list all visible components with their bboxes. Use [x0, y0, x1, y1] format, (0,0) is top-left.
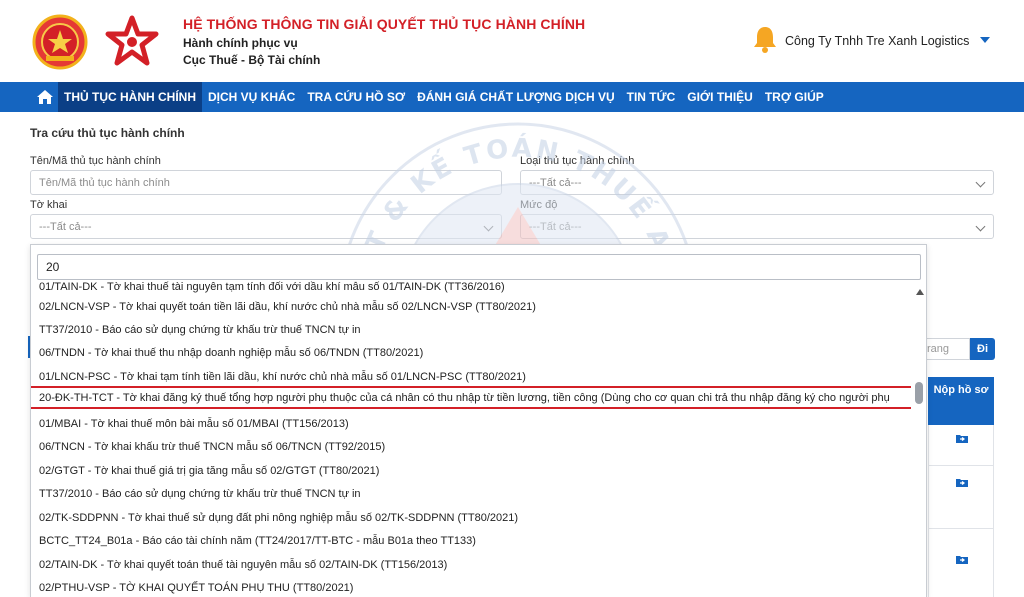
dropdown-option[interactable]: 06/TNDN - Tờ khai thuế thu nhập doanh ng… — [31, 341, 911, 364]
level-label: Mức độ — [520, 199, 558, 211]
dropdown-option[interactable]: BCTC_TT24_B01a - Báo cáo tài chính năm (… — [31, 529, 911, 552]
chevron-down-icon — [975, 177, 986, 188]
submit-file-icon[interactable] — [956, 554, 968, 564]
dropdown-option[interactable]: 02/GTGT - Tờ khai thuế giá trị gia tăng … — [31, 459, 911, 482]
national-emblem-icon — [32, 14, 88, 70]
dropdown-option[interactable]: 02/LNCN-VSP - Tờ khai quyết toán tiền lã… — [31, 295, 911, 318]
row-divider — [928, 465, 994, 466]
system-title: HỆ THỐNG THÔNG TIN GIẢI QUYẾT THỦ TỤC HÀ… — [183, 16, 586, 32]
company-account-name[interactable]: Công Ty Tnhh Tre Xanh Logistics — [785, 34, 969, 48]
notification-bell-icon[interactable] — [752, 24, 778, 54]
procedure-name-label: Tên/Mã thủ tục hành chính — [30, 155, 161, 167]
dropdown-option[interactable]: 06/TNCN - Tờ khai khấu trừ thuế TNCN mẫu… — [31, 435, 911, 458]
tax-department-logo-icon — [105, 15, 159, 66]
dropdown-option[interactable]: 01/TAIN-DK - Tờ khai thuế tài nguyên tạm… — [31, 281, 911, 293]
chevron-down-icon[interactable] — [980, 37, 990, 43]
dropdown-option[interactable]: TT37/2010 - Báo cáo sử dụng chứng từ khấ… — [31, 318, 911, 341]
submit-column-header: Nộp hồ sơ — [928, 377, 994, 425]
form-select[interactable]: ---Tất cả--- — [30, 214, 502, 239]
level-select-value: ---Tất cả--- — [529, 220, 582, 233]
dropdown-scrollbar-thumb[interactable] — [915, 382, 923, 404]
main-nav: THỦ TỤC HÀNH CHÍNH DỊCH VỤ KHÁC TRA CỨU … — [0, 82, 1024, 112]
nav-home[interactable] — [32, 82, 58, 112]
level-select[interactable]: ---Tất cả--- — [520, 214, 994, 239]
dropdown-option[interactable]: 01/MBAI - Tờ khai thuế môn bài mẫu số 01… — [31, 412, 911, 435]
nav-tab-gioi-thieu[interactable]: GIỚI THIỆU — [681, 82, 759, 112]
nav-tab-tra-cuu-ho-so[interactable]: TRA CỨU HỒ SƠ — [301, 82, 411, 112]
dropdown-option[interactable]: TT37/2010 - Báo cáo sử dụng chứng từ khấ… — [31, 482, 911, 505]
chevron-down-icon — [483, 221, 494, 232]
dropdown-option[interactable]: 02/PTHU-VSP - TỜ KHAI QUYẾT TOÁN PHỤ THU… — [31, 576, 911, 597]
dropdown-option-highlighted[interactable]: 20-ĐK-TH-TCT - Tờ khai đăng ký thuế tổng… — [31, 386, 911, 409]
dropdown-option[interactable]: 01/LNCN-PSC - Tờ khai tạm tính tiền lãi … — [31, 365, 911, 388]
site-header: HỆ THỐNG THÔNG TIN GIẢI QUYẾT THỦ TỤC HÀ… — [0, 0, 1024, 82]
scroll-up-arrow-icon[interactable] — [916, 289, 924, 295]
submit-file-icon[interactable] — [956, 477, 968, 487]
dropdown-options-list[interactable]: 01/TAIN-DK - Tờ khai thuế tài nguyên tạm… — [31, 281, 911, 597]
nav-tab-danh-gia-chat-luong[interactable]: ĐÁNH GIÁ CHẤT LƯỢNG DỊCH VỤ — [411, 82, 621, 112]
submit-column-cells — [928, 425, 994, 597]
form-select-value: ---Tất cả--- — [39, 220, 92, 233]
row-divider — [928, 528, 994, 529]
nav-tab-thu-tuc-hanh-chinh[interactable]: THỦ TỤC HÀNH CHÍNH — [58, 82, 202, 112]
nav-tab-tin-tuc[interactable]: TIN TỨC — [621, 82, 682, 112]
go-page-button[interactable]: Đi — [970, 338, 995, 360]
procedure-type-select[interactable]: ---Tất cả--- — [520, 170, 994, 195]
dropdown-option[interactable]: 02/TK-SDDPNN - Tờ khai thuế sử dụng đất … — [31, 506, 911, 529]
dropdown-search-input[interactable]: 20 — [37, 254, 921, 280]
procedure-type-value: ---Tất cả--- — [529, 176, 582, 189]
nav-tab-tro-giup[interactable]: TRỢ GIÚP — [759, 82, 830, 112]
agency-name: Cục Thuế - Bộ Tài chính — [183, 53, 321, 67]
submit-file-icon[interactable] — [956, 433, 968, 443]
chevron-down-icon — [975, 221, 986, 232]
search-panel-title: Tra cứu thủ tục hành chính — [30, 126, 185, 140]
page-number-input[interactable]: rang — [922, 338, 970, 360]
procedure-name-input[interactable]: Tên/Mã thủ tục hành chính — [30, 170, 502, 195]
procedure-type-label: Loại thủ tục hành chính — [520, 155, 635, 167]
home-icon — [37, 90, 53, 104]
form-label: Tờ khai — [30, 199, 68, 211]
nav-tab-dich-vu-khac[interactable]: DỊCH VỤ KHÁC — [202, 82, 301, 112]
form-select-dropdown: 20 01/TAIN-DK - Tờ khai thuế tài nguyên … — [30, 244, 927, 597]
dropdown-option[interactable]: 02/TAIN-DK - Tờ khai quyết toán thuế tài… — [31, 553, 911, 576]
system-subtitle: Hành chính phục vụ — [183, 36, 298, 50]
